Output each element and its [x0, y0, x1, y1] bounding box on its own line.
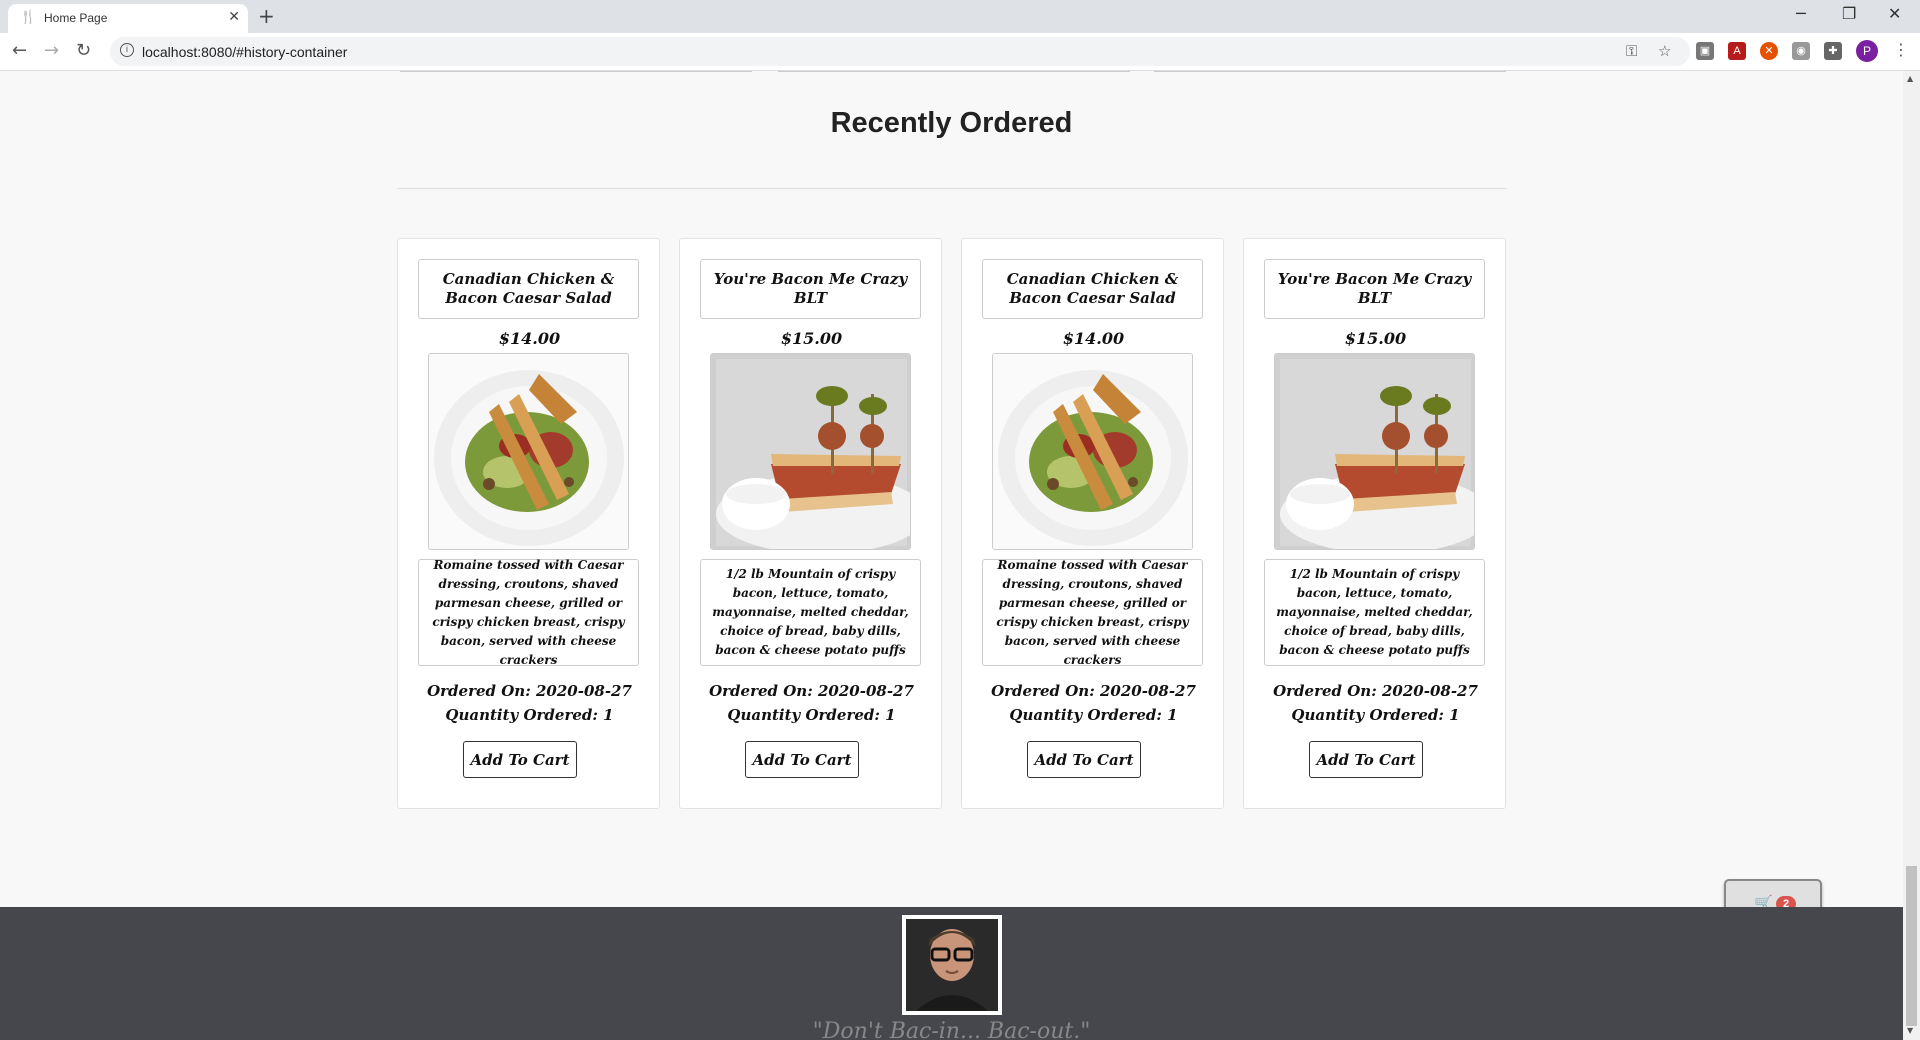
address-bar[interactable]: i localhost:8080/#history-container ⚿ ☆: [110, 37, 1690, 66]
page-scrollbar[interactable]: ▲ ▼: [1903, 71, 1920, 1040]
browser-toolbar: ← → ↻ i localhost:8080/#history-containe…: [0, 33, 1920, 71]
item-price: $14.00: [498, 329, 561, 348]
section-title: Recently Ordered: [830, 107, 1073, 139]
section-divider: [397, 188, 1507, 189]
tab-title: Home Page: [44, 11, 108, 25]
blt-sandwich-image: [1274, 353, 1475, 550]
quantity-ordered: Quantity Ordered: 1: [1009, 706, 1178, 724]
footer: "Don't Bac-in... Bac-out.": [0, 907, 1903, 1040]
restore-icon[interactable]: ❐: [1842, 4, 1856, 23]
blt-sandwich-image: [710, 353, 911, 550]
quantity-ordered: Quantity Ordered: 1: [727, 706, 896, 724]
ordered-date: Ordered On: 2020-08-27: [991, 682, 1196, 700]
new-tab-button[interactable]: +: [258, 4, 275, 28]
scroll-down-icon[interactable]: ▼: [1907, 1026, 1913, 1035]
camera-extension-icon[interactable]: ◉: [1792, 42, 1810, 60]
browser-tab[interactable]: 🍴 Home Page ✕: [8, 4, 248, 33]
item-description: Romaine tossed with Caesar dressing, cro…: [982, 558, 1203, 667]
profile-avatar[interactable]: P: [1856, 40, 1878, 62]
url-text[interactable]: localhost:8080/#history-container: [142, 44, 347, 60]
browser-tab-bar: 🍴 Home Page ✕ + ─ ❐ ✕: [0, 0, 1920, 33]
item-name: You're Bacon Me Crazy BLT: [700, 259, 921, 319]
puzzle-icon[interactable]: ✚: [1824, 42, 1842, 60]
fork-knife-icon: 🍴: [20, 10, 37, 25]
scrollbar-thumb[interactable]: [1906, 866, 1917, 1026]
item-description: Romaine tossed with Caesar dressing, cro…: [418, 558, 639, 667]
portrait-image: [902, 915, 1002, 1015]
add-to-cart-button[interactable]: Add To Cart: [1309, 741, 1423, 778]
ordered-date: Ordered On: 2020-08-27: [1273, 682, 1478, 700]
order-card: You're Bacon Me Crazy BLT $15.00 1/2 lb …: [1243, 238, 1506, 809]
order-card: Canadian Chicken & Bacon Caesar Salad $1…: [961, 238, 1224, 809]
item-price: $14.00: [1062, 329, 1125, 348]
extension-icon-1[interactable]: ▣: [1696, 42, 1714, 60]
close-window-icon[interactable]: ✕: [1888, 4, 1901, 23]
back-icon[interactable]: ←: [12, 40, 27, 61]
quantity-ordered: Quantity Ordered: 1: [1291, 706, 1460, 724]
reload-icon[interactable]: ↻: [76, 40, 91, 61]
item-price: $15.00: [780, 329, 843, 348]
caesar-salad-image: [992, 353, 1193, 550]
order-card: You're Bacon Me Crazy BLT $15.00 1/2 lb …: [679, 238, 942, 809]
ordered-date: Ordered On: 2020-08-27: [427, 682, 632, 700]
add-to-cart-button[interactable]: Add To Cart: [1027, 741, 1141, 778]
star-icon[interactable]: ☆: [1658, 42, 1671, 60]
close-tab-icon[interactable]: ✕: [228, 9, 240, 25]
info-icon[interactable]: i: [120, 43, 134, 57]
quantity-ordered: Quantity Ordered: 1: [445, 706, 614, 724]
previous-section-edges: [400, 71, 1510, 73]
menu-icon[interactable]: ⋮: [1893, 40, 1909, 59]
caesar-salad-image: [428, 353, 629, 550]
item-price: $15.00: [1344, 329, 1407, 348]
add-to-cart-button[interactable]: Add To Cart: [463, 741, 577, 778]
extension-icon-2[interactable]: ✕: [1760, 42, 1778, 60]
minimize-icon[interactable]: ─: [1796, 4, 1806, 23]
forward-icon[interactable]: →: [44, 40, 59, 61]
item-description: 1/2 lb Mountain of crispy bacon, lettuce…: [700, 559, 921, 666]
item-name: Canadian Chicken & Bacon Caesar Salad: [982, 259, 1203, 319]
item-name: You're Bacon Me Crazy BLT: [1264, 259, 1485, 319]
item-description: 1/2 lb Mountain of crispy bacon, lettuce…: [1264, 559, 1485, 666]
pdf-extension-icon[interactable]: A: [1728, 42, 1746, 60]
order-card: Canadian Chicken & Bacon Caesar Salad $1…: [397, 238, 660, 809]
key-icon[interactable]: ⚿: [1626, 42, 1637, 60]
ordered-date: Ordered On: 2020-08-27: [709, 682, 914, 700]
page-content: Recently Ordered Canadian Chicken & Baco…: [0, 71, 1903, 1040]
item-name: Canadian Chicken & Bacon Caesar Salad: [418, 259, 639, 319]
scroll-up-icon[interactable]: ▲: [1907, 74, 1913, 83]
footer-quote: "Don't Bac-in... Bac-out.": [812, 1019, 1091, 1040]
add-to-cart-button[interactable]: Add To Cart: [745, 741, 859, 778]
